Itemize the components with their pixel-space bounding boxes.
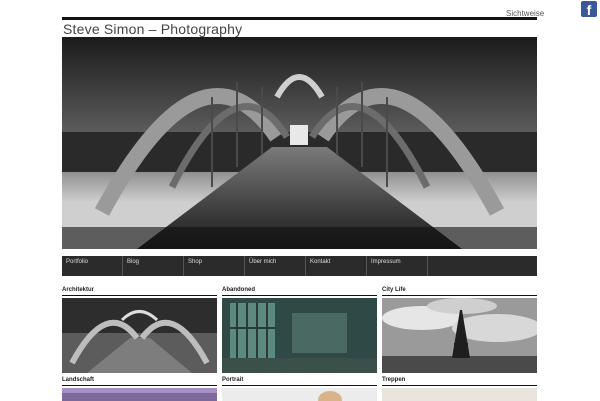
category-label[interactable]: Portrait [222,376,377,385]
category-label[interactable]: Treppen [382,376,537,385]
category-rule [382,295,537,296]
thumbnail-abandoned[interactable] [222,298,377,373]
category-rule [62,385,217,386]
category-architektur[interactable]: Architektur [62,286,217,373]
category-portrait[interactable]: Portrait [222,376,377,401]
nav-item-portfolio[interactable]: Portfolio [62,256,123,276]
nav-item-shop[interactable]: Shop [184,256,245,276]
nav-item-kontakt[interactable]: Kontakt [306,256,367,276]
thumbnail-landschaft[interactable] [62,388,217,401]
category-label[interactable]: Abandoned [222,286,377,295]
nav-item-ueber-mich[interactable]: Über mich [245,256,306,276]
hero-photo [62,37,537,249]
thumbnail-city-life[interactable] [382,298,537,373]
thumbnail-treppen[interactable] [382,388,537,401]
category-treppen[interactable]: Treppen [382,376,537,401]
nav-item-blog[interactable]: Blog [123,256,184,276]
category-label[interactable]: Landschaft [62,376,217,385]
facebook-icon[interactable]: f [581,1,597,18]
category-city-life[interactable]: City Life [382,286,537,373]
nav-item-impressum[interactable]: Impressum [367,256,428,276]
main-nav: Portfolio Blog Shop Über mich Kontakt Im… [62,256,537,276]
category-label[interactable]: Architektur [62,286,217,295]
category-rule [222,385,377,386]
category-landschaft[interactable]: Landschaft [62,376,217,401]
thumbnail-portrait[interactable] [222,388,377,401]
category-rule [382,385,537,386]
thumbnail-architektur[interactable] [62,298,217,373]
header-rule [62,17,537,20]
category-abandoned[interactable]: Abandoned [222,286,377,373]
category-label[interactable]: City Life [382,286,537,295]
category-rule [62,295,217,296]
category-rule [222,295,377,296]
site-title[interactable]: Steve Simon – Photography [63,21,242,37]
